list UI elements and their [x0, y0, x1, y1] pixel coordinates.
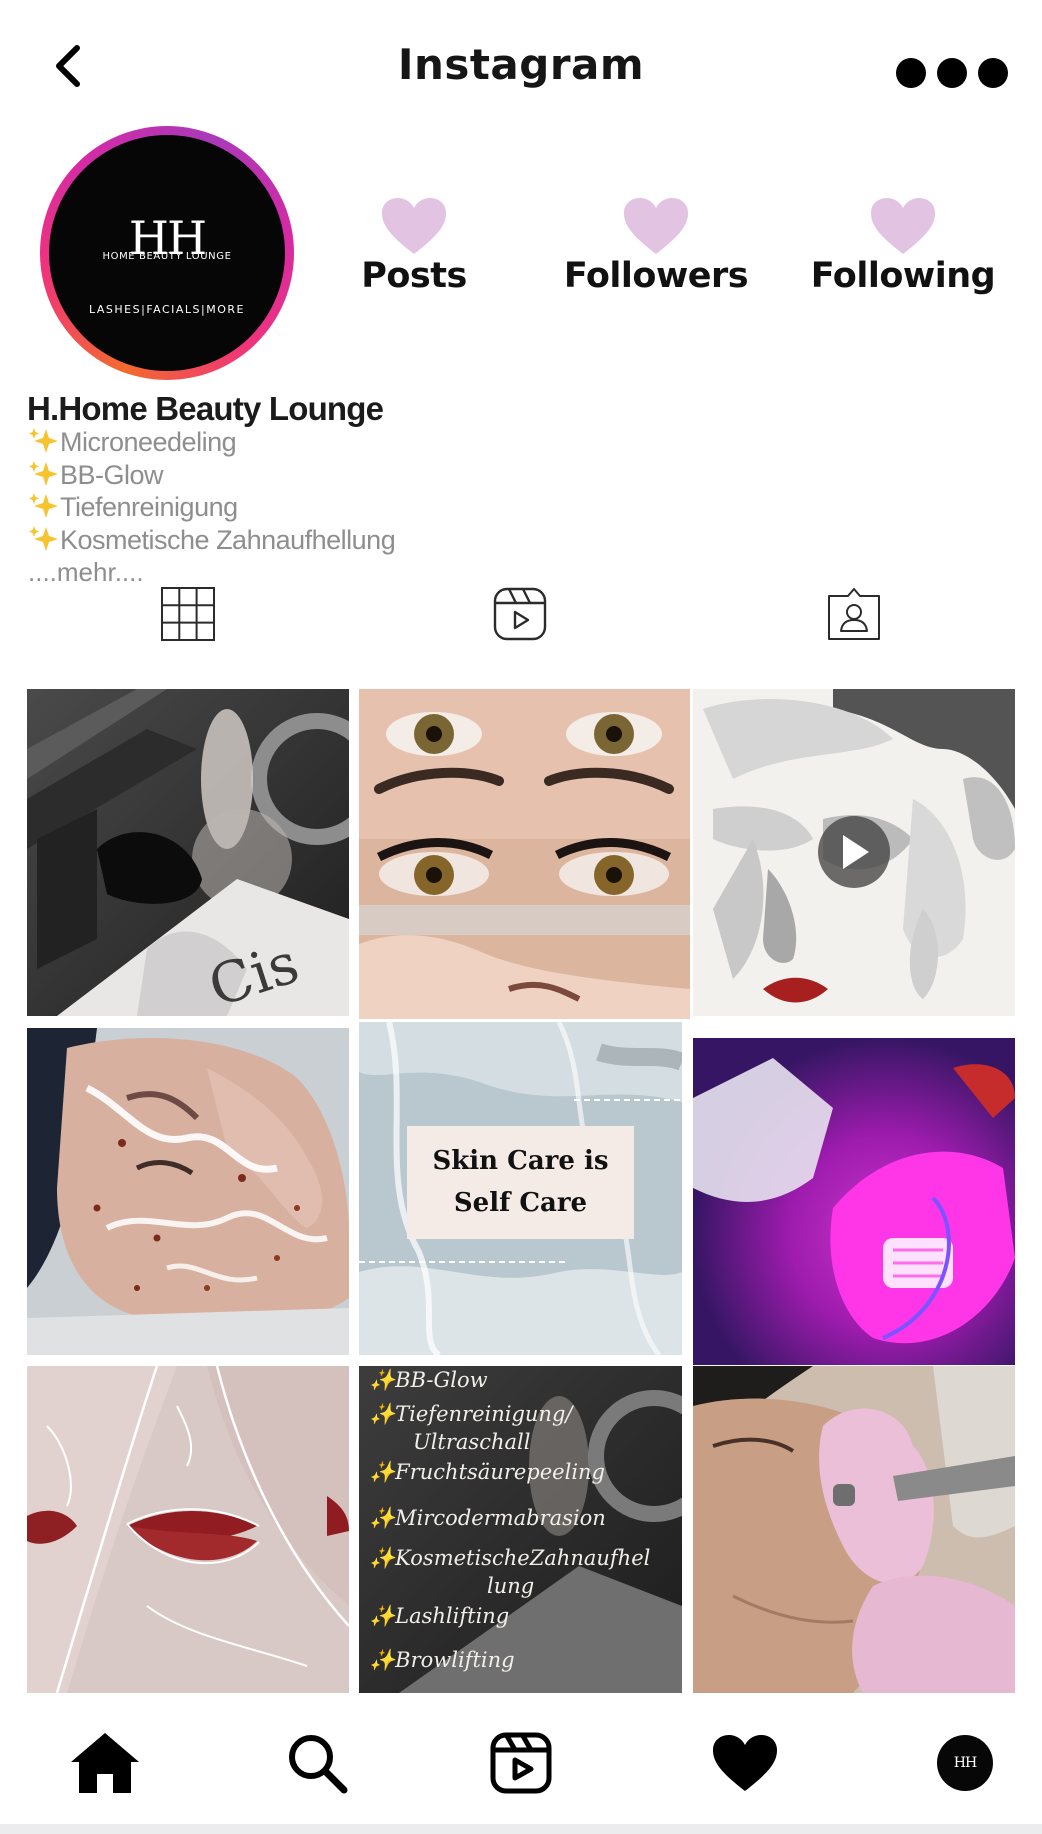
bio-line: Microneedeling [28, 426, 395, 459]
profile-avatar-icon: HH [937, 1735, 993, 1791]
service-item: ✨Fruchtsäurepeeling [369, 1460, 606, 1484]
stat-label: Followers [563, 256, 749, 296]
more-dots-icon [896, 58, 926, 88]
post-image [693, 1038, 1015, 1365]
post-tile[interactable] [693, 1038, 1015, 1365]
app-title: Instagram [397, 40, 645, 89]
tagged-person-icon [828, 588, 880, 640]
post-tile[interactable]: ✨BB-Glow ✨Tiefenreinigung/ Ultraschall ✨… [359, 1366, 682, 1693]
quote-line: Skin Care is [432, 1146, 609, 1176]
post-tile[interactable] [359, 689, 690, 1019]
nav-profile[interactable]: HH [928, 1726, 1002, 1800]
post-tile[interactable] [27, 1028, 349, 1355]
post-image [693, 1366, 1015, 1693]
nav-avatar-monogram: HH [953, 1755, 977, 1771]
reels-icon [493, 587, 547, 641]
heart-icon [624, 198, 688, 254]
more-dots-icon [937, 58, 967, 88]
bio-text: Microneedeling [60, 427, 237, 457]
tab-tagged[interactable] [824, 584, 884, 644]
service-item: ✨Tiefenreinigung/ [369, 1402, 573, 1426]
heart-icon [871, 198, 935, 254]
post-tile[interactable] [27, 1366, 349, 1693]
bio-text: Tiefenreinigung [60, 492, 238, 522]
post-tile[interactable]: Cis [27, 689, 349, 1016]
post-tile[interactable]: Skin Care is Self Care [359, 1022, 682, 1355]
sparkles-icon [29, 460, 58, 486]
quote-caption: Skin Care is Self Care [407, 1140, 634, 1224]
search-icon [289, 1735, 348, 1794]
more-options-button[interactable] [896, 56, 1008, 90]
stat-following[interactable]: Following [793, 196, 1013, 296]
nav-activity[interactable] [708, 1726, 782, 1800]
nav-search[interactable] [280, 1726, 354, 1800]
sparkles-icon [29, 493, 58, 518]
home-icon [71, 1733, 139, 1793]
stat-followers[interactable]: Followers [546, 196, 766, 296]
service-item: lung [487, 1574, 535, 1598]
post-image: Cis [27, 689, 349, 1016]
profile-avatar[interactable]: HH HOME BEAUTY LOUNGE LASHES|FACIALS|MOR… [40, 126, 294, 380]
bio: Microneedeling BB-Glow Tiefenreinigung K… [28, 426, 396, 588]
post-image [27, 1028, 349, 1355]
avatar-logo: HH HOME BEAUTY LOUNGE LASHES|FACIALS|MOR… [49, 135, 285, 371]
header: Instagram [0, 0, 1042, 130]
sparkles-icon [29, 525, 58, 551]
post-image [27, 1366, 349, 1693]
service-item: ✨Browlifting [369, 1648, 515, 1672]
service-item: ✨Mircodermabrasion [369, 1506, 606, 1530]
stat-label: Posts [361, 256, 467, 296]
bio-line: BB-Glow [28, 459, 395, 492]
bio-text: Kosmetische Zahnaufhellung [60, 524, 396, 555]
more-dots-icon [978, 58, 1008, 88]
stat-label: Following [810, 256, 996, 296]
heart-icon [382, 198, 446, 254]
bio-line: Tiefenreinigung [28, 491, 395, 524]
nav-reels[interactable] [484, 1726, 558, 1800]
tab-reels[interactable] [490, 584, 550, 644]
post-image [693, 689, 1015, 1016]
service-item: ✨Lashlifting [369, 1604, 510, 1628]
bio-line: Kosmetische Zahnaufhellung [28, 524, 396, 557]
tab-grid[interactable] [158, 584, 218, 644]
stat-posts[interactable]: Posts [304, 196, 524, 296]
home-indicator-strip [0, 1824, 1042, 1834]
logo-tagline: HOME BEAUTY LOUNGE [102, 251, 232, 262]
profile-name: H.Home Beauty Lounge [27, 390, 384, 427]
service-item: Ultraschall [413, 1430, 531, 1454]
service-item: ✨BB-Glow [369, 1368, 488, 1392]
post-image [359, 689, 690, 1019]
service-item: ✨KosmetischeZahnaufhel [369, 1546, 651, 1570]
post-tile[interactable] [693, 1366, 1015, 1693]
nav-home[interactable] [68, 1726, 142, 1800]
logo-services: LASHES|FACIALS|MORE [89, 303, 245, 316]
bio-text: BB-Glow [60, 459, 164, 490]
reels-icon [490, 1732, 552, 1794]
bottom-nav: HH [0, 1696, 1042, 1824]
heart-icon [713, 1735, 777, 1791]
post-tile[interactable] [693, 689, 1015, 1016]
quote-line: Self Care [453, 1188, 588, 1218]
instagram-profile-screen: Instagram HH HOME BEAUTY LOUNGE LASHES|F… [0, 0, 1042, 1834]
sparkles-icon [29, 428, 58, 453]
grid-icon [161, 587, 215, 641]
